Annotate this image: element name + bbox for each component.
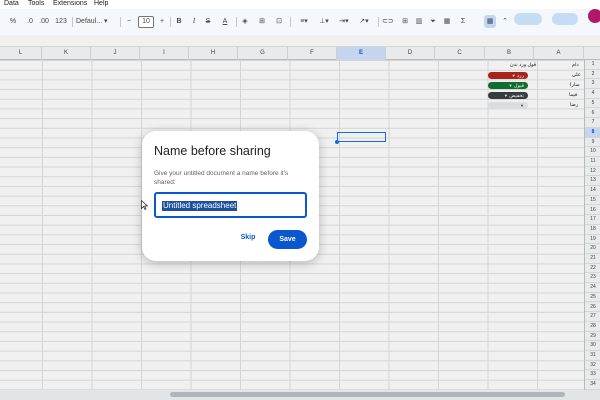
increase-decimal-button[interactable]: .00 xyxy=(38,15,50,28)
dialog-title: Name before sharing xyxy=(154,144,271,158)
italic-button[interactable]: I xyxy=(189,15,199,28)
toolbar: % .0 .00 123 Defaul... ▾ − 10 + B I S A … xyxy=(0,9,600,35)
menu-bar: Data Tools Extensions Help xyxy=(0,0,600,9)
font-family-dropdown[interactable]: Defaul... ▾ xyxy=(76,15,116,28)
filter-views-icon[interactable]: ▦ xyxy=(442,15,452,28)
dialog-description: Give your untitled document a name befor… xyxy=(154,170,289,186)
skip-button[interactable]: Skip xyxy=(238,231,258,245)
number-format-button[interactable]: 123 xyxy=(54,15,68,28)
fill-color-icon[interactable]: ◈ xyxy=(240,15,250,28)
font-size-input[interactable]: 10 xyxy=(138,16,154,28)
toolbar-divider xyxy=(170,17,171,27)
toolbar-divider xyxy=(290,17,291,27)
percent-format-button[interactable]: % xyxy=(8,15,18,28)
toolbar-divider xyxy=(120,17,121,27)
insert-link-icon[interactable]: ⊂⊃ xyxy=(382,15,394,28)
functions-icon[interactable]: Σ xyxy=(458,15,468,28)
decrease-font-size-button[interactable]: − xyxy=(124,15,134,28)
text-color-button[interactable]: A xyxy=(220,15,230,28)
strikethrough-button[interactable]: S xyxy=(203,15,213,28)
meet-pill-button[interactable] xyxy=(552,13,578,25)
decrease-decimal-button[interactable]: .0 xyxy=(24,15,36,28)
increase-font-size-button[interactable]: + xyxy=(157,15,167,28)
merge-cells-icon[interactable]: ⊡ xyxy=(274,15,284,28)
menu-help[interactable]: Help xyxy=(94,0,108,7)
layout-toggle-icon[interactable]: ▦ xyxy=(484,15,496,28)
collapse-toolbar-icon[interactable]: ⌃ xyxy=(500,15,510,28)
menu-extensions[interactable]: Extensions xyxy=(53,0,87,7)
borders-icon[interactable]: ⊞ xyxy=(257,15,267,28)
name-before-sharing-dialog: Name before sharing Give your untitled d… xyxy=(142,131,319,261)
toolbar-divider xyxy=(236,17,237,27)
toolbar-divider xyxy=(378,17,379,27)
avatar[interactable] xyxy=(588,9,600,23)
chevron-down-icon: ▾ xyxy=(104,18,108,25)
horizontal-align-icon[interactable]: ≡▾ xyxy=(296,15,312,28)
text-wrapping-icon[interactable]: ⇥▾ xyxy=(336,15,352,28)
toolbar-divider xyxy=(72,17,73,27)
bold-button[interactable]: B xyxy=(174,15,184,28)
menu-tools[interactable]: Tools xyxy=(28,0,44,7)
menu-data[interactable]: Data xyxy=(4,0,19,7)
insert-comment-icon[interactable]: ⊞ xyxy=(400,15,410,28)
save-button[interactable]: Save xyxy=(268,230,307,249)
mouse-cursor-icon xyxy=(141,200,148,210)
document-name-value: Untitled spreadsheet xyxy=(162,201,238,211)
filter-icon[interactable]: ⏷ xyxy=(428,15,438,28)
text-rotation-icon[interactable]: ↗▾ xyxy=(356,15,372,28)
document-name-input[interactable]: Untitled spreadsheet xyxy=(154,192,307,218)
insert-chart-icon[interactable]: ▥ xyxy=(414,15,424,28)
vertical-align-icon[interactable]: ⊥▾ xyxy=(316,15,332,28)
share-pill-button[interactable] xyxy=(514,13,542,25)
